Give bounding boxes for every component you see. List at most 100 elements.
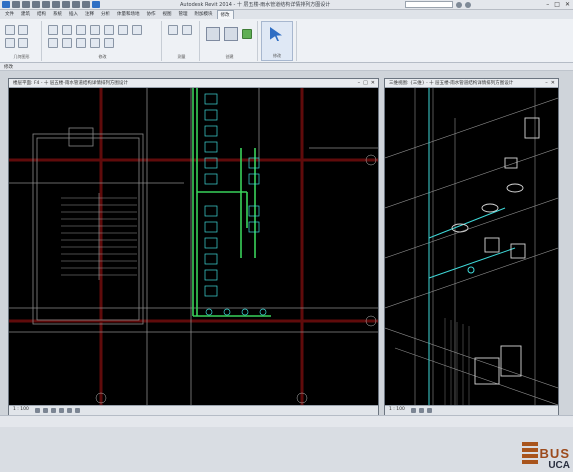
view-title-bar: 楼层平面: F4 - 十 层五楼-雨水管道结构详情排列方图设计 – □ ✕ [9,79,378,88]
tab-9[interactable]: 视图 [160,10,175,19]
modify-label: 修改 [273,53,281,58]
watermark-text-2: UCA [548,460,570,471]
view-control-icons [411,408,432,413]
watermark-text-1: BUS [539,446,570,461]
redo-icon[interactable] [42,1,50,8]
tab-11[interactable]: 附加模块 [192,10,216,19]
sun-path-icon[interactable] [427,408,432,413]
rotate-icon[interactable] [118,25,128,35]
undo-icon[interactable] [32,1,40,8]
close-icon[interactable]: ✕ [551,80,555,86]
quick-access-toolbar [2,1,100,8]
view-scale[interactable]: 1 : 100 [13,407,29,412]
crop-icon[interactable] [67,408,72,413]
view-window-controls: – □ ✕ [358,80,375,86]
panel-create: 创建 [202,21,258,61]
ribbon: 几何图形 修改 测量 创建 修改 [0,19,573,63]
measure-icon[interactable] [62,1,70,8]
window-controls: – □ ✕ [546,1,570,8]
visual-style-icon[interactable] [419,408,424,413]
3d-view[interactable]: 三维视图: {三维} - 十 层五楼-雨水管道结构详情排列方图设计 – ✕ 1 … [384,78,559,416]
mirror-icon[interactable] [76,25,86,35]
plan-canvas[interactable] [9,88,378,405]
close-icon[interactable]: ✕ [371,80,375,86]
temporary-hide-icon[interactable] [75,408,80,413]
offset-icon[interactable] [62,25,72,35]
split-icon[interactable] [48,38,58,48]
panel-modify: 修改 [44,21,162,61]
tab-7[interactable]: 体量和场地 [114,10,143,19]
view-control-bar: 1 : 100 [385,405,558,415]
join-icon[interactable] [5,25,15,35]
paint-icon[interactable] [5,38,15,48]
text-icon[interactable] [72,1,80,8]
panel-label: 创建 [225,54,234,59]
cut-icon[interactable] [18,25,28,35]
move-icon[interactable] [90,25,100,35]
copy-icon[interactable] [104,25,114,35]
watermark-bars [522,442,538,470]
view-title: 三维视图: {三维} - 十 层五楼-雨水管道结构详情排列方图设计 [389,81,514,86]
app-menu-icon[interactable] [2,1,10,8]
visual-style-icon[interactable] [43,408,48,413]
options-bar-label: 修改 [4,65,13,70]
array-icon[interactable] [62,38,72,48]
tab-2[interactable]: 结构 [34,10,49,19]
help-icon[interactable] [465,1,471,8]
settings-icon[interactable] [92,1,100,8]
search-input[interactable] [405,1,453,8]
split-face-icon[interactable] [18,38,28,48]
minimize-icon[interactable]: – [358,80,361,86]
panel-mode [296,21,297,61]
create-group-icon[interactable] [224,27,238,41]
align-icon[interactable] [48,25,58,35]
tab-6[interactable]: 分析 [98,10,113,19]
tab-10[interactable]: 管理 [176,10,191,19]
view-3d-icon[interactable] [82,1,90,8]
drawing-workspace: 楼层平面: F4 - 十 层五楼-雨水管道结构详情排列方图设计 – □ ✕ 1 … [0,71,573,471]
canvas-background [385,88,558,405]
view-control-icons [35,408,80,413]
minimize-icon[interactable]: – [546,1,549,8]
view-scale[interactable]: 1 : 100 [389,407,405,412]
floor-plan-view[interactable]: 楼层平面: F4 - 十 层五楼-雨水管道结构详情排列方图设计 – □ ✕ 1 … [8,78,379,416]
panel-label: 修改 [98,54,107,59]
app-title: Autodesk Revit 2014 - 十 层五楼-雨水管道结构详情排列方图… [180,2,331,8]
options-bar: 修改 [0,63,573,71]
detail-level-icon[interactable] [35,408,40,413]
dimension-icon[interactable] [182,25,192,35]
open-icon[interactable] [12,1,20,8]
shadows-icon[interactable] [59,408,64,413]
panel-label: 几何图形 [13,54,30,59]
tab-8[interactable]: 协作 [144,10,159,19]
tab-12[interactable]: 修改 [216,10,234,19]
save-icon[interactable] [22,1,30,8]
revit-window: Autodesk Revit 2014 - 十 层五楼-雨水管道结构详情排列方图… [0,0,573,471]
watermark-logo: BUS UCA [522,432,570,472]
close-icon[interactable]: ✕ [565,1,570,8]
maximize-icon[interactable]: □ [363,80,368,86]
tab-0[interactable]: 文件 [2,10,17,19]
3d-canvas[interactable] [385,88,558,405]
tab-3[interactable]: 系统 [50,10,65,19]
pin-icon[interactable] [90,38,100,48]
scale-icon[interactable] [76,38,86,48]
tab-1[interactable]: 建筑 [18,10,33,19]
tab-4[interactable]: 插入 [66,10,81,19]
modify-button[interactable]: 修改 [261,21,293,61]
create-assembly-icon[interactable] [206,27,220,41]
delete-icon[interactable] [104,38,114,48]
measure-distance-icon[interactable] [168,25,178,35]
panel-measure: 测量 [164,21,200,61]
trim-icon[interactable] [132,25,142,35]
create-similar-icon[interactable] [242,29,252,39]
print-icon[interactable] [52,1,60,8]
tab-5[interactable]: 注释 [82,10,97,19]
panel-geometry: 几何图形 [2,21,42,61]
info-center [405,1,471,8]
detail-level-icon[interactable] [411,408,416,413]
search-icon[interactable] [456,1,462,8]
maximize-icon[interactable]: □ [554,1,560,8]
sun-path-icon[interactable] [51,408,56,413]
minimize-icon[interactable]: – [545,80,548,86]
